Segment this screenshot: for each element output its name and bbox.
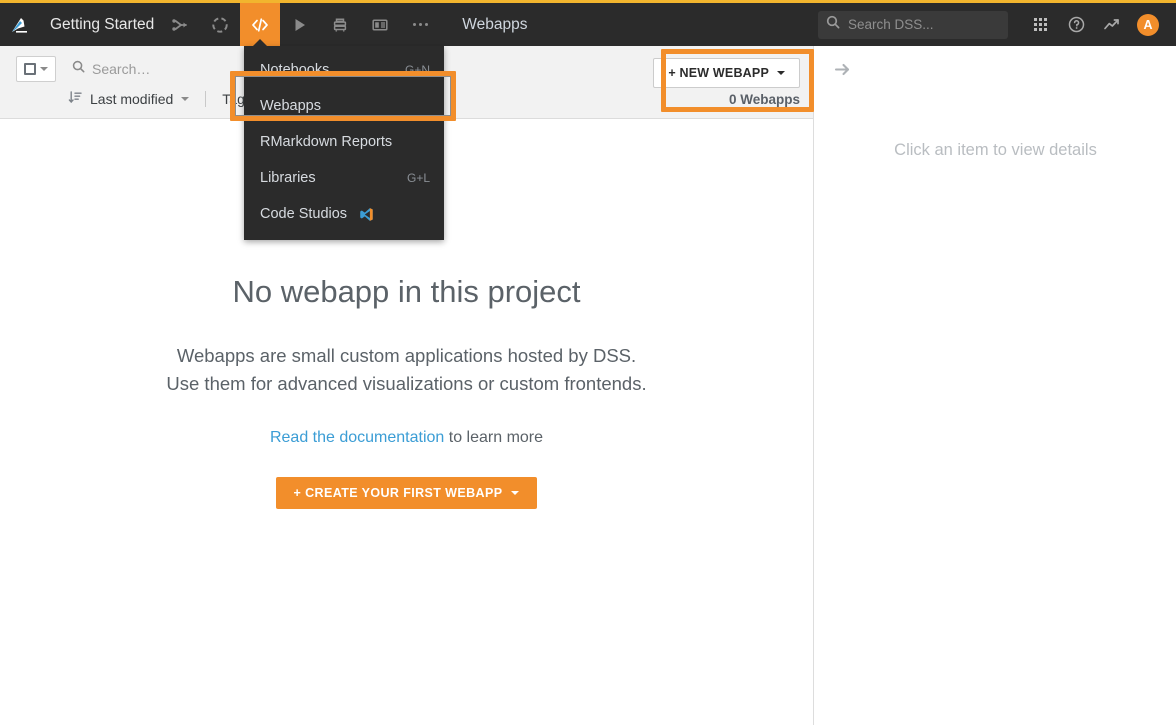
- details-panel: Click an item to view details: [815, 46, 1176, 725]
- new-webapp-button[interactable]: + NEW WEBAPP: [653, 58, 800, 88]
- empty-state-description: Webapps are small custom applications ho…: [0, 342, 813, 398]
- menu-item-shortcut: G+L: [406, 171, 430, 185]
- menu-item-label: RMarkdown Reports: [260, 134, 393, 150]
- chevron-down-icon: [40, 67, 48, 71]
- divider: [205, 91, 207, 107]
- list-search-placeholder: Search…: [92, 61, 151, 77]
- search-icon: [826, 15, 840, 34]
- dataiku-bird-logo[interactable]: [0, 3, 40, 46]
- project-title[interactable]: Getting Started: [40, 16, 160, 34]
- menu-item-label: Libraries: [260, 170, 316, 186]
- documentation-suffix: to learn more: [444, 429, 544, 446]
- dashboard-icon[interactable]: [360, 3, 400, 46]
- layers-icon[interactable]: [320, 3, 360, 46]
- chevron-down-icon: [777, 71, 785, 75]
- details-panel-hint: Click an item to view details: [894, 141, 1097, 159]
- menu-item-webapps[interactable]: Webapps: [244, 88, 444, 124]
- search-icon: [72, 60, 85, 78]
- flow-icon[interactable]: [160, 3, 200, 46]
- create-first-webapp-button[interactable]: + CREATE YOUR FIRST WEBAPP: [275, 477, 538, 509]
- search-input[interactable]: Search DSS...: [818, 10, 1008, 39]
- arrow-right-icon[interactable]: [833, 60, 852, 84]
- documentation-link[interactable]: Read the documentation: [270, 429, 444, 446]
- play-icon[interactable]: [280, 3, 320, 46]
- more-icon[interactable]: [400, 3, 440, 46]
- menu-caret-icon: [253, 39, 267, 46]
- menu-item-notebooks[interactable]: Notebooks G+N: [244, 52, 444, 88]
- select-all-dropdown[interactable]: [16, 56, 56, 82]
- create-first-webapp-label: + CREATE YOUR FIRST WEBAPP: [293, 486, 503, 500]
- menu-item-code-studios[interactable]: Code Studios: [244, 196, 444, 232]
- empty-state-description-line2: Use them for advanced visualizations or …: [166, 373, 647, 394]
- avatar[interactable]: A: [1130, 3, 1166, 46]
- topbar-right-tools: Search DSS... A: [818, 3, 1176, 46]
- menu-item-libraries[interactable]: Libraries G+L: [244, 160, 444, 196]
- menu-item-label: Code Studios: [260, 206, 348, 222]
- code-dropdown-menu: Notebooks G+N Webapps RMarkdown Reports …: [244, 39, 444, 240]
- webapp-count-label: 0 Webapps: [728, 92, 800, 107]
- chevron-down-icon[interactable]: [181, 97, 190, 101]
- lab-icon[interactable]: [200, 3, 240, 46]
- menu-item-shortcut: G+N: [404, 63, 430, 77]
- empty-state-description-line1: Webapps are small custom applications ho…: [176, 345, 637, 366]
- empty-state-title: No webapp in this project: [232, 274, 581, 309]
- sort-icon[interactable]: [68, 90, 82, 109]
- menu-item-label: Webapps: [260, 98, 321, 114]
- sort-label[interactable]: Last modified: [90, 91, 173, 107]
- checkbox-icon: [24, 63, 36, 75]
- vscode-icon: [359, 207, 374, 222]
- top-navigation-bar: Getting Started Webapps Search DSS... A: [0, 0, 1176, 46]
- menu-item-rmarkdown-reports[interactable]: RMarkdown Reports: [244, 124, 444, 160]
- chevron-down-icon: [511, 491, 520, 495]
- documentation-line: Read the documentation to learn more: [0, 429, 813, 447]
- apps-grid-icon[interactable]: [1022, 3, 1058, 46]
- new-webapp-button-label: + NEW WEBAPP: [668, 66, 769, 80]
- search-placeholder: Search DSS...: [848, 17, 934, 32]
- help-circle-icon[interactable]: [1058, 3, 1094, 46]
- avatar-initial: A: [1137, 13, 1159, 36]
- section-title: Webapps: [462, 15, 528, 33]
- trend-up-icon[interactable]: [1094, 3, 1130, 46]
- menu-item-label: Notebooks: [260, 62, 330, 78]
